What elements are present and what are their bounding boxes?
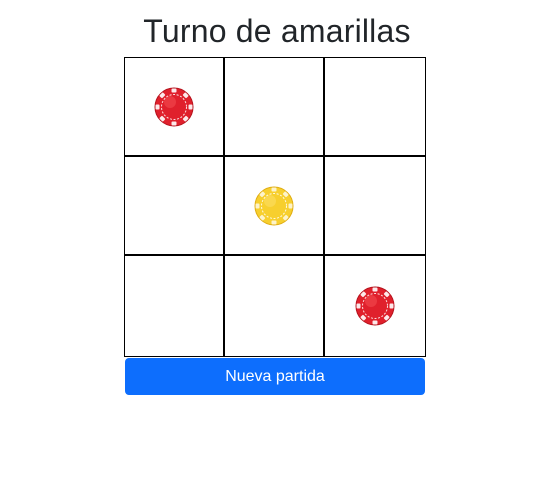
board-cell-1-1[interactable] xyxy=(225,157,325,256)
board-cell-2-2[interactable] xyxy=(325,256,425,356)
turn-title: Turno de amarillas xyxy=(143,13,411,49)
yellow-chip-icon xyxy=(254,186,294,225)
game-board xyxy=(124,57,426,357)
game-page: Turno de amarillas Nueva partida xyxy=(0,0,554,488)
board-cell-2-0[interactable] xyxy=(125,256,225,356)
board-cell-0-0[interactable] xyxy=(125,58,225,157)
board-cell-1-0[interactable] xyxy=(125,157,225,256)
new-game-button[interactable]: Nueva partida xyxy=(125,358,425,395)
board-cell-0-1[interactable] xyxy=(225,58,325,157)
red-chip-icon xyxy=(154,87,194,126)
red-chip-icon xyxy=(355,286,395,326)
board-cell-0-2[interactable] xyxy=(325,58,425,157)
board-cell-1-2[interactable] xyxy=(325,157,425,256)
board-cell-2-1[interactable] xyxy=(225,256,325,356)
